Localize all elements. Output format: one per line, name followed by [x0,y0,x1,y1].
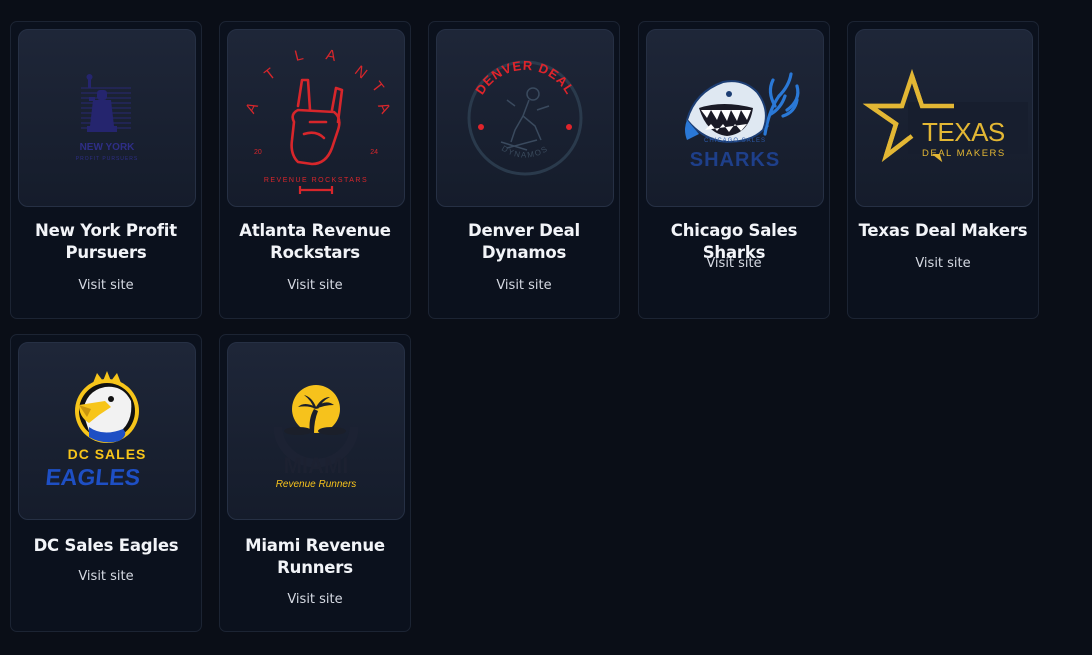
team-name: Miami Revenue Runners [245,536,385,577]
team-name: Texas Deal Makers [858,221,1028,240]
svg-text:DENVER DEAL: DENVER DEAL [472,58,577,97]
palm-tree-sun-icon: MIAMI Revenue Runners [273,385,359,490]
svg-text:CHICAGO SALES: CHICAGO SALES [704,138,766,144]
team-grid: NEW YORK PROFIT PURSUERS New York Profit… [10,21,1070,641]
eagle-icon: DC SALES EAGLES [44,371,147,490]
svg-text:T: T [261,65,279,84]
svg-text:NEW YORK: NEW YORK [80,142,136,153]
svg-text:20: 20 [254,149,262,156]
svg-text:PROFIT PURSUERS: PROFIT PURSUERS [76,156,138,162]
svg-text:24: 24 [370,149,378,156]
team-logo[interactable]: NEW YORK PROFIT PURSUERS [18,29,196,207]
svg-text:T: T [368,78,387,96]
team-logo[interactable]: TEXAS DEAL MAKERS [855,29,1033,207]
statue-of-liberty-icon: NEW YORK PROFIT PURSUERS [76,74,138,162]
team-logo[interactable]: DC SALES EAGLES [18,342,196,520]
svg-text:A: A [242,99,262,116]
team-card: MIAMI Revenue Runners Miami Revenue Runn… [219,334,411,632]
skier-icon: DENVER DEAL DYNAMOS [467,58,583,176]
team-card: DENVER DEAL DYNAMOS Denver Deal Dynamos … [428,21,620,319]
svg-text:MIAMI: MIAMI [284,453,349,478]
visit-site-link[interactable]: Visit site [220,592,410,607]
team-name: Denver Deal Dynamos [468,221,580,262]
svg-text:A: A [324,46,337,65]
svg-text:TEXAS: TEXAS [922,117,1005,147]
rock-hand-icon: A T L A N T A 20 24 REVENUE ROCKSTARS [242,46,394,194]
team-card: CHICAGO SALES SHARKS Chicago Sales Shark… [638,21,830,319]
visit-site-link[interactable]: Visit site [848,256,1038,271]
team-logo[interactable]: CHICAGO SALES SHARKS [646,29,824,207]
svg-text:A: A [374,100,394,116]
svg-text:N: N [351,62,370,82]
team-card: DC SALES EAGLES DC Sales Eagles Visit si… [10,334,202,632]
visit-site-link[interactable]: Visit site [11,569,201,584]
svg-text:DC SALES: DC SALES [68,446,147,462]
visit-site-link[interactable]: Visit site [11,278,201,293]
visit-site-link[interactable]: Visit site [220,278,410,293]
svg-text:SHARKS: SHARKS [690,149,780,171]
visit-site-link[interactable]: Visit site [429,278,619,293]
team-logo[interactable]: A T L A N T A 20 24 REVENUE ROCKSTARS [227,29,405,207]
team-name: New York Profit Pursuers [35,221,177,262]
svg-text:DEAL MAKERS: DEAL MAKERS [922,148,1006,159]
team-card: A T L A N T A 20 24 REVENUE ROCKSTARS At… [219,21,411,319]
star-icon: TEXAS DEAL MAKERS [862,68,1028,163]
team-logo[interactable]: MIAMI Revenue Runners [227,342,405,520]
shark-icon: CHICAGO SALES SHARKS [685,72,800,171]
team-card: NEW YORK PROFIT PURSUERS New York Profit… [10,21,202,319]
svg-text:DYNAMOS: DYNAMOS [500,144,550,160]
svg-text:L: L [293,46,305,65]
svg-text:EAGLES: EAGLES [44,464,141,490]
team-logo[interactable]: DENVER DEAL DYNAMOS [436,29,614,207]
team-name: Atlanta Revenue Rockstars [239,221,391,262]
team-card: TEXAS DEAL MAKERS Texas Deal Makers Visi… [847,21,1039,319]
svg-text:REVENUE ROCKSTARS: REVENUE ROCKSTARS [264,177,368,184]
svg-text:Revenue Runners: Revenue Runners [276,479,357,490]
team-name: DC Sales Eagles [33,536,179,555]
visit-site-link[interactable]: Visit site [639,256,829,271]
